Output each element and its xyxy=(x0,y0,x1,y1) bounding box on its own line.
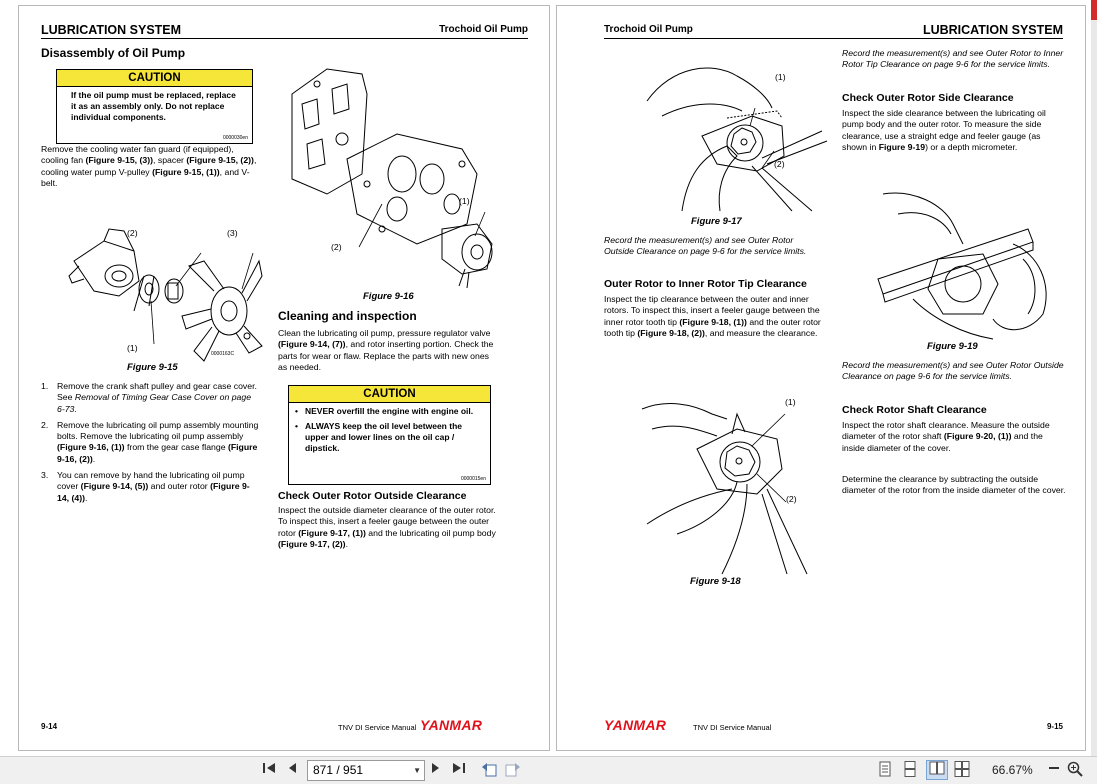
section-header: LUBRICATION SYSTEM xyxy=(41,23,182,37)
fig15-callout-1: (1) xyxy=(127,343,138,353)
shaft-clearance-paragraph: Inspect the rotor shaft clearance. Measu… xyxy=(842,420,1050,453)
two-page-continuous-icon[interactable] xyxy=(953,761,971,779)
figure-9-17-illustration xyxy=(646,67,828,212)
window-close-edge[interactable] xyxy=(1091,0,1097,20)
header-rule xyxy=(41,38,528,39)
viewer-toolbar: 871 / 951 ▼ 66.67% xyxy=(0,756,1097,784)
cleaning-paragraph: Clean the lubricating oil pump, pressure… xyxy=(278,328,494,372)
step-3: 3. You can remove by hand the lubricating… xyxy=(41,470,250,503)
yanmar-logo: YANMAR xyxy=(604,717,667,733)
document-viewport[interactable]: LUBRICATION SYSTEM Trochoid Oil Pump Dis… xyxy=(0,0,1097,756)
two-page-view-icon[interactable] xyxy=(926,760,948,780)
page-9-14: LUBRICATION SYSTEM Trochoid Oil Pump Dis… xyxy=(19,6,549,750)
fig15-callout-2: (2) xyxy=(127,228,138,238)
section-title: Disassembly of Oil Pump xyxy=(41,46,186,60)
caution-code: 0000030en xyxy=(222,135,248,141)
manual-title: TNV DI Service Manual xyxy=(338,723,417,732)
caution-box-oil: CAUTION NEVER overfill the engine with e… xyxy=(288,385,491,485)
page-number: 9-15 xyxy=(1046,722,1063,731)
tip-clearance-paragraph: Inspect the tip clearance between the ou… xyxy=(604,294,821,338)
topic-header: Trochoid Oil Pump xyxy=(439,24,528,35)
caution-title: CAUTION xyxy=(57,70,252,87)
fig15-callout-3: (3) xyxy=(227,228,238,238)
record-note-2: Record the measurement(s) and see Outer … xyxy=(842,360,1064,382)
figure-9-18-caption: Figure 9-18 xyxy=(690,576,741,587)
shaft-clearance-heading: Check Rotor Shaft Clearance xyxy=(842,404,987,416)
section-header: LUBRICATION SYSTEM xyxy=(922,23,1063,37)
zoom-out-icon[interactable] xyxy=(1046,761,1062,779)
next-page-icon[interactable] xyxy=(428,761,444,779)
chevron-down-icon[interactable]: ▼ xyxy=(413,761,421,780)
fig18-callout-1: (1) xyxy=(785,397,796,407)
page-number-input[interactable]: 871 / 951 ▼ xyxy=(307,760,425,781)
topic-header: Trochoid Oil Pump xyxy=(604,24,693,35)
caution-bullet-1: NEVER overfill the engine with engine oi… xyxy=(295,406,484,417)
first-page-icon[interactable] xyxy=(260,761,278,779)
fig16-callout-1: (1) xyxy=(459,196,470,206)
single-page-view-icon[interactable] xyxy=(877,761,893,779)
cleaning-heading: Cleaning and inspection xyxy=(278,309,417,323)
caution-code-oil: 0000015en xyxy=(460,476,486,482)
figure-9-16-illustration xyxy=(291,68,493,289)
zoom-in-icon[interactable] xyxy=(1066,761,1084,779)
zoom-level[interactable]: 66.67% xyxy=(992,761,1033,779)
go-forward-icon[interactable] xyxy=(503,761,523,779)
manual-title: TNV DI Service Manual xyxy=(693,723,772,732)
step-2: 2. Remove the lubricating oil pump assemb… xyxy=(41,419,259,464)
tip-clearance-heading: Outer Rotor to Inner Rotor Tip Clearance xyxy=(604,278,807,290)
figure-9-15-caption: Figure 9-15 xyxy=(127,362,178,373)
continuous-view-icon[interactable] xyxy=(902,761,918,779)
caution-text: If the oil pump must be replaced, replac… xyxy=(71,90,236,122)
figure-9-15-illustration xyxy=(68,228,263,362)
figure-9-19-illustration xyxy=(877,192,1047,340)
vertical-scrollbar[interactable] xyxy=(1091,0,1097,756)
caution-title-oil: CAUTION xyxy=(289,386,490,403)
side-clearance-heading: Check Outer Rotor Side Clearance xyxy=(842,92,1014,104)
yanmar-logo: YANMAR xyxy=(420,717,483,733)
fig17-callout-2: (2) xyxy=(774,159,785,169)
fig18-callout-2: (2) xyxy=(786,494,797,504)
figure-9-19-caption: Figure 9-19 xyxy=(927,341,978,352)
last-page-icon[interactable] xyxy=(450,761,468,779)
caution-box: CAUTION If the oil pump must be replaced… xyxy=(56,69,253,144)
outer-rotor-heading: Check Outer Rotor Outside Clearance xyxy=(278,490,467,502)
outer-rotor-paragraph: Inspect the outside diameter clearance o… xyxy=(278,505,496,549)
go-back-icon[interactable] xyxy=(479,761,499,779)
figure-9-16-caption: Figure 9-16 xyxy=(363,291,414,302)
page-number-value: 871 / 951 xyxy=(313,763,364,777)
record-note-1: Record the measurement(s) and see Outer … xyxy=(604,235,807,257)
page-9-15: Trochoid Oil Pump LUBRICATION SYSTEM (1)… xyxy=(557,6,1085,750)
header-rule xyxy=(604,38,1063,39)
caution-bullets: NEVER overfill the engine with engine oi… xyxy=(289,403,490,454)
fig16-callout-2: (2) xyxy=(331,242,342,252)
step-1: 1. Remove the crank shaft pulley and gear… xyxy=(41,381,257,414)
fig15-code: 0000163C xyxy=(211,351,235,357)
figure-9-17-caption: Figure 9-17 xyxy=(691,216,742,227)
page-number: 9-14 xyxy=(41,722,58,731)
side-clearance-paragraph: Inspect the side clearance between the l… xyxy=(842,108,1046,152)
removal-steps: 1. Remove the crank shaft pulley and gear… xyxy=(41,381,261,509)
prev-page-icon[interactable] xyxy=(284,761,300,779)
fig17-callout-1: (1) xyxy=(775,72,786,82)
determine-paragraph: Determine the clearance by subtracting t… xyxy=(842,474,1066,496)
intro-paragraph: Remove the cooling water fan guard (if e… xyxy=(41,144,257,188)
record-note-top: Record the measurement(s) and see Outer … xyxy=(842,48,1064,70)
caution-bullet-2: ALWAYS keep the oil level between the up… xyxy=(295,421,484,454)
